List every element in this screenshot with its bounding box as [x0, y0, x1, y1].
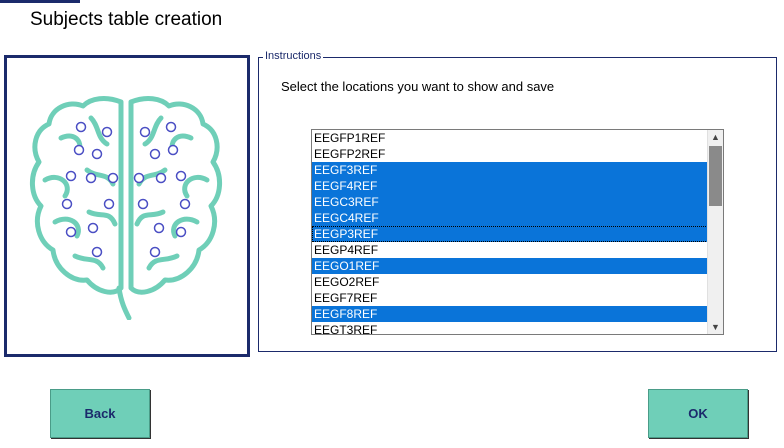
ok-button[interactable]: OK [648, 389, 748, 438]
location-item[interactable]: EEGF8REF [312, 306, 708, 322]
location-item[interactable]: EEGT3REF [312, 322, 708, 334]
location-item[interactable]: EEGP4REF [312, 242, 708, 258]
instruction-text: Select the locations you want to show an… [281, 79, 555, 94]
instructions-group: Instructions Select the locations you wa… [258, 50, 777, 352]
location-item[interactable]: EEGC3REF [312, 194, 708, 210]
listbox-scrollbar[interactable]: ▲ ▼ [707, 130, 723, 334]
back-button[interactable]: Back [50, 389, 150, 438]
instructions-legend: Instructions [263, 50, 324, 62]
locations-listbox[interactable]: EEGFP1REF EEGFP2REF EEGF3REF EEGF4REF EEGC3R… [311, 129, 724, 335]
location-item[interactable]: EEGO2REF [312, 274, 708, 290]
location-item[interactable]: EEGFP2REF [312, 146, 708, 162]
brain-image-panel [4, 55, 250, 357]
location-item[interactable]: EEGP3REF [312, 226, 708, 242]
page-title: Subjects table creation [30, 9, 223, 30]
location-item[interactable]: EEGC4REF [312, 210, 708, 226]
location-item[interactable]: EEGF3REF [312, 162, 708, 178]
scroll-down-icon[interactable]: ▼ [708, 320, 723, 334]
scroll-up-icon[interactable]: ▲ [708, 130, 723, 144]
location-item[interactable]: EEGF4REF [312, 178, 708, 194]
location-item[interactable]: EEGFP1REF [312, 130, 708, 146]
title-underline [0, 0, 80, 3]
brain-electrode-icon [30, 96, 222, 320]
locations-list: EEGFP1REF EEGFP2REF EEGF3REF EEGF4REF EEGC3R… [312, 130, 708, 334]
location-item[interactable]: EEGO1REF [312, 258, 708, 274]
scrollbar-thumb[interactable] [709, 146, 722, 206]
location-item[interactable]: EEGF7REF [312, 290, 708, 306]
